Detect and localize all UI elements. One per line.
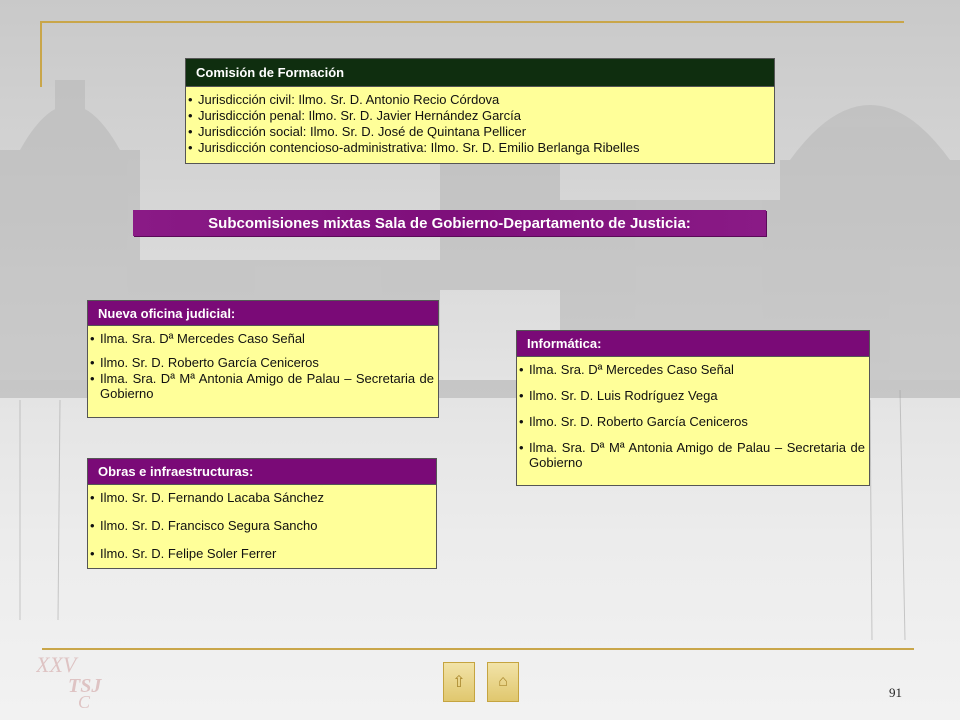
bottom-gold-line: [42, 648, 914, 650]
list-item: Ilmo. Sr. D. Roberto García Ceniceros: [88, 355, 434, 371]
comision-formacion-list: Jurisdicción civil: Ilmo. Sr. D. Antonio…: [186, 87, 774, 156]
list-item: Jurisdicción penal: Ilmo. Sr. D. Javier …: [186, 108, 774, 124]
obras-list: Ilmo. Sr. D. Fernando Lacaba Sánchez Ilm…: [88, 485, 436, 562]
list-item: Ilma. Sra. Dª Mercedes Caso Señal: [517, 362, 865, 378]
list-item: Ilmo. Sr. D. Francisco Segura Sancho: [88, 518, 436, 534]
subcomisiones-banner: Subcomisiones mixtas Sala de Gobierno-De…: [133, 210, 766, 236]
list-item: Ilmo. Sr. D. Fernando Lacaba Sánchez: [88, 490, 436, 506]
home-icon: ⌂: [498, 673, 508, 690]
up-arrow-icon: ⇧: [452, 674, 466, 691]
list-item: Ilmo. Sr. D. Felipe Soler Ferrer: [88, 546, 436, 562]
obras-box: Obras e infraestructuras: Ilmo. Sr. D. F…: [87, 458, 437, 569]
list-item: Jurisdicción civil: Ilmo. Sr. D. Antonio…: [186, 92, 774, 108]
home-button[interactable]: ⌂: [487, 662, 519, 702]
list-item: Ilma. Sra. Dª Mercedes Caso Señal: [88, 331, 434, 347]
top-gold-line: [40, 21, 904, 23]
informatica-title: Informática:: [517, 331, 869, 357]
informatica-list: Ilma. Sra. Dª Mercedes Caso Señal Ilmo. …: [517, 357, 869, 470]
up-arrow-button[interactable]: ⇧: [443, 662, 475, 702]
nueva-oficina-list: Ilma. Sra. Dª Mercedes Caso Señal Ilmo. …: [88, 326, 438, 401]
list-item: Jurisdicción contencioso-administrativa:…: [186, 140, 774, 156]
svg-text:XXV: XXV: [36, 652, 79, 677]
obras-title: Obras e infraestructuras:: [88, 459, 436, 485]
list-item: Ilma. Sra. Dª Mª Antonia Amigo de Palau …: [517, 440, 865, 470]
list-item: Jurisdicción social: Ilmo. Sr. D. José d…: [186, 124, 774, 140]
list-item: Ilma. Sra. Dª Mª Antonia Amigo de Palau …: [88, 371, 434, 401]
left-gold-line: [40, 21, 42, 87]
comision-formacion-title: Comisión de Formación: [186, 59, 774, 87]
nueva-oficina-box: Nueva oficina judicial: Ilma. Sra. Dª Me…: [87, 300, 439, 418]
informatica-box: Informática: Ilma. Sra. Dª Mercedes Caso…: [516, 330, 870, 486]
tsj-logo: XXV TSJ C: [36, 652, 102, 710]
list-item: Ilmo. Sr. D. Roberto García Ceniceros: [517, 414, 865, 430]
nueva-oficina-title: Nueva oficina judicial:: [88, 301, 438, 326]
page-number: 91: [889, 685, 902, 700]
comision-formacion-box: Comisión de Formación Jurisdicción civil…: [185, 58, 775, 164]
svg-text:C: C: [78, 692, 91, 710]
list-item: Ilmo. Sr. D. Luis Rodríguez Vega: [517, 388, 865, 404]
